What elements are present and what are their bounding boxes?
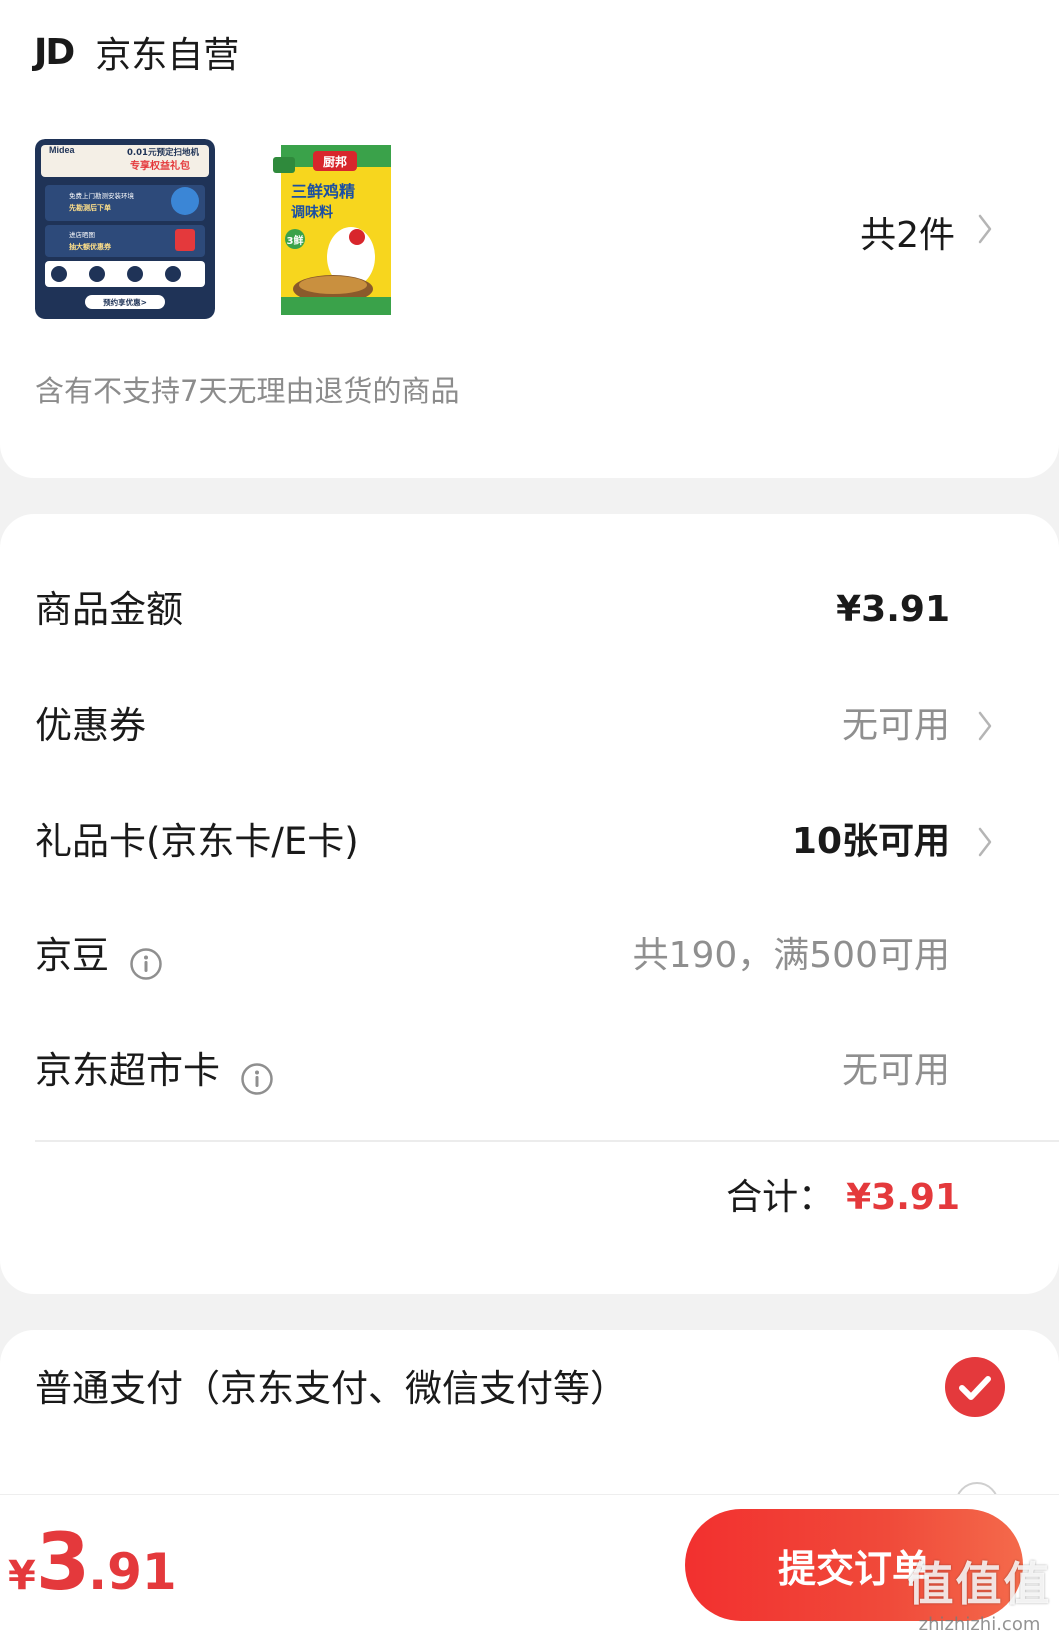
coupon-label: 优惠券 [35, 704, 146, 747]
midea-line2b: 抽大额优惠券 [69, 242, 112, 251]
midea-brand-text: Midea [49, 145, 76, 155]
product-count-link[interactable]: 共2件 [860, 206, 955, 258]
info-icon[interactable] [129, 939, 163, 980]
payment-method-label[interactable]: 普通支付（京东支付、微信支付等） [35, 1358, 627, 1412]
total-label: 合计： [726, 1177, 835, 1218]
giftcard-label: 礼品卡(京东卡/E卡) [35, 820, 359, 863]
return-policy-notice: 含有不支持7天无理由退货的商品 [35, 374, 460, 408]
divider [35, 1140, 1059, 1142]
chevron-right-icon[interactable] [975, 825, 995, 859]
chubang-badge: 3鲜 [287, 234, 304, 247]
jingdou-label-wrap: 京豆 [35, 926, 163, 986]
pay-total: ¥3.91 [8, 1518, 177, 1608]
amount-integer: 3 [35, 1518, 90, 1608]
info-icon[interactable] [240, 1054, 274, 1095]
midea-line1: 免费上门勘测安装环境 [69, 191, 135, 200]
giftcard-row[interactable]: 礼品卡(京东卡/E卡) 10张可用 [35, 812, 995, 872]
midea-line2: 进店晒图 [69, 230, 95, 239]
chubang-brand: 厨邦 [323, 154, 347, 169]
supermarket-card-row: 京东超市卡 无可用 [35, 1041, 995, 1101]
midea-headline: 0.01元预定扫地机 [127, 147, 199, 158]
watermark: 值值值 zhizhizhi.com [900, 1548, 1059, 1639]
product-count: 共2件 [860, 215, 955, 256]
giftcard-value: 10张可用 [791, 821, 950, 862]
amount-decimal: .91 [88, 1543, 177, 1601]
coupon-row[interactable]: 优惠券 无可用 [35, 696, 995, 756]
watermark-main: 值值值 [907, 1557, 1052, 1611]
goods-amount-label: 商品金额 [35, 588, 183, 631]
shop-header[interactable]: JD 京东自营 [34, 26, 239, 78]
jingdou-label: 京豆 [35, 934, 109, 977]
jingdou-row: 京豆 共190，满500可用 [35, 926, 995, 986]
supermarket-label-wrap: 京东超市卡 [35, 1041, 274, 1101]
chubang-subtitle: 调味料 [291, 204, 333, 221]
product-image-chicken-essence[interactable]: 厨邦 三鲜鸡精 调味料 3鲜 [273, 139, 399, 317]
jingdou-value: 共190，满500可用 [632, 935, 950, 976]
supermarket-value: 无可用 [841, 1050, 950, 1091]
chevron-right-icon[interactable] [975, 709, 995, 743]
shop-card: JD 京东自营 Midea 0.01元预定扫地机 专享权益礼包 免费上门勘测安装… [0, 0, 1059, 478]
product-image-midea[interactable]: Midea 0.01元预定扫地机 专享权益礼包 免费上门勘测安装环境 先勘测后下… [35, 139, 215, 319]
check-icon[interactable] [945, 1357, 1005, 1417]
goods-amount-row: 商品金额 ¥3.91 [35, 580, 995, 640]
total-amount: ¥3.91 [846, 1177, 960, 1218]
shop-name: 京东自营 [95, 35, 240, 76]
goods-amount-value: ¥3.91 [836, 589, 950, 630]
supermarket-label: 京东超市卡 [35, 1049, 220, 1092]
midea-cta: 预约享优惠> [103, 297, 147, 307]
midea-line1b: 先勘测后下单 [69, 203, 111, 212]
watermark-sub: zhizhizhi.com [918, 1614, 1041, 1635]
midea-subhead: 专享权益礼包 [130, 159, 190, 172]
jd-logo: JD [34, 31, 75, 73]
coupon-value: 无可用 [841, 705, 950, 746]
chubang-title: 三鲜鸡精 [291, 182, 355, 201]
subtotal: 合计： ¥3.91 [726, 1168, 960, 1220]
order-confirm-page: JD 京东自营 Midea 0.01元预定扫地机 专享权益礼包 免费上门勘测安装… [0, 0, 1059, 1639]
chevron-right-icon[interactable] [975, 212, 995, 246]
currency-symbol: ¥ [8, 1553, 36, 1599]
